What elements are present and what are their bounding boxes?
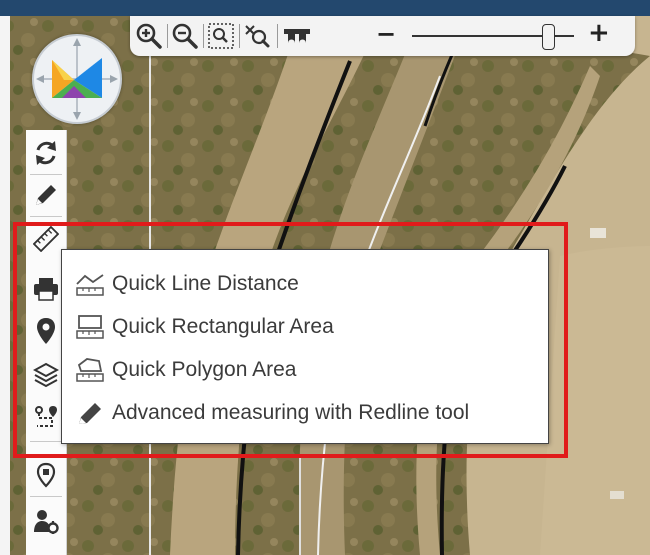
- zoom-out-icon: [172, 23, 198, 49]
- zoom-slider-handle[interactable]: [542, 24, 555, 50]
- binoculars-icon: [284, 29, 310, 47]
- toolbar-separator: [167, 24, 168, 48]
- toolbar-separator: [239, 24, 240, 48]
- zoom-in-plus[interactable]: +: [588, 18, 610, 48]
- tool-divider: [30, 496, 62, 497]
- clear-zoom-button[interactable]: [242, 21, 272, 51]
- map-toolbar: − +: [130, 16, 635, 56]
- logo-icon: [36, 38, 118, 120]
- zoom-in-button[interactable]: [134, 21, 164, 51]
- zoom-out-minus[interactable]: −: [376, 20, 396, 48]
- bookmark-button[interactable]: [26, 456, 66, 494]
- user-settings-button[interactable]: [26, 502, 66, 540]
- top-bar: [0, 0, 650, 16]
- zoom-in-icon: [136, 23, 162, 49]
- refresh-button[interactable]: [26, 134, 66, 172]
- binoculars-button[interactable]: [282, 21, 312, 51]
- zoom-out-button[interactable]: [170, 21, 200, 51]
- zoom-box-button[interactable]: [206, 21, 236, 51]
- pencil-icon: [36, 185, 56, 205]
- compass-logo[interactable]: [32, 34, 122, 124]
- refresh-icon: [36, 141, 56, 165]
- bookmark-pin-icon: [36, 462, 56, 488]
- zoom-box-icon: [208, 23, 234, 49]
- toolbar-separator: [277, 24, 278, 48]
- tool-divider: [30, 174, 62, 175]
- toolbar-separator: [203, 24, 204, 48]
- left-margin: [0, 16, 10, 555]
- user-settings-icon: [34, 510, 59, 534]
- clear-zoom-icon: [245, 25, 270, 48]
- highlight-frame: [13, 222, 568, 458]
- draw-button[interactable]: [26, 176, 66, 214]
- tool-divider: [30, 216, 62, 217]
